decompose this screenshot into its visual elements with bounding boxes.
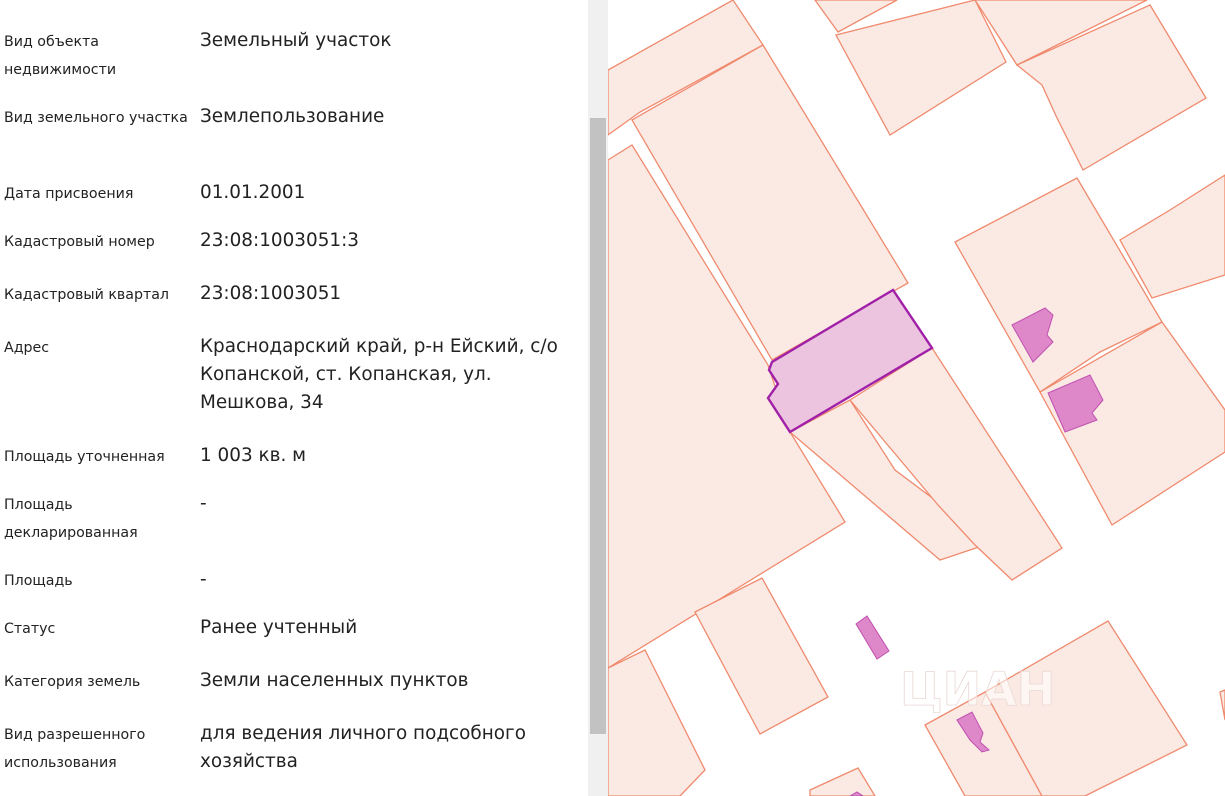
- property-label: Кадастровый номер: [4, 234, 155, 250]
- panel-scrollbar-thumb[interactable]: [590, 118, 606, 734]
- property-label: Дата присвоения: [4, 186, 134, 202]
- land-parcel[interactable]: [835, 0, 1007, 136]
- property-label: Кадастровый квартал: [4, 287, 169, 303]
- property-label: Площадь уточненная: [4, 449, 165, 465]
- property-value: Краснодарский край, р-н Ейский, с/о Копа…: [200, 336, 558, 413]
- property-value: 01.01.2001: [200, 182, 306, 203]
- property-label: Статус: [4, 621, 56, 637]
- land-parcel[interactable]: [1219, 689, 1225, 721]
- property-label: Вид объекта недвижимости: [4, 34, 117, 78]
- property-value: 23:08:1003051: [200, 283, 342, 304]
- property-label: Площадь: [4, 573, 73, 589]
- land-parcel[interactable]: [694, 577, 829, 735]
- map-canvas[interactable]: ЦИАН: [608, 0, 1225, 796]
- property-label: Площадь декларированная: [4, 497, 138, 541]
- cadastral-map[interactable]: ЦИАН: [608, 0, 1225, 796]
- property-info-panel: Вид объекта недвижимости Земельный участ…: [0, 0, 588, 796]
- property-value: -: [200, 569, 207, 590]
- property-label: Вид разрешенного использования: [4, 727, 146, 771]
- land-parcel[interactable]: [809, 767, 876, 796]
- panel-scrollbar-track[interactable]: [588, 0, 608, 796]
- property-label: Вид земельного участка: [4, 110, 188, 126]
- property-value: 23:08:1003051:3: [200, 230, 359, 251]
- property-value: -: [200, 493, 207, 514]
- property-value: для ведения личного подсобного хозяйства: [200, 723, 526, 772]
- property-value: Земельный участок: [200, 30, 392, 51]
- property-value: 1 003 кв. м: [200, 445, 307, 466]
- building[interactable]: [855, 615, 890, 660]
- property-value: Ранее учтенный: [200, 617, 358, 638]
- property-value: Землепользование: [200, 106, 385, 127]
- property-label: Категория земель: [4, 674, 141, 690]
- property-label: Адрес: [4, 340, 50, 356]
- property-value: Земли населенных пунктов: [200, 670, 469, 691]
- land-parcel[interactable]: [608, 649, 706, 796]
- map-watermark: ЦИАН: [900, 662, 1055, 716]
